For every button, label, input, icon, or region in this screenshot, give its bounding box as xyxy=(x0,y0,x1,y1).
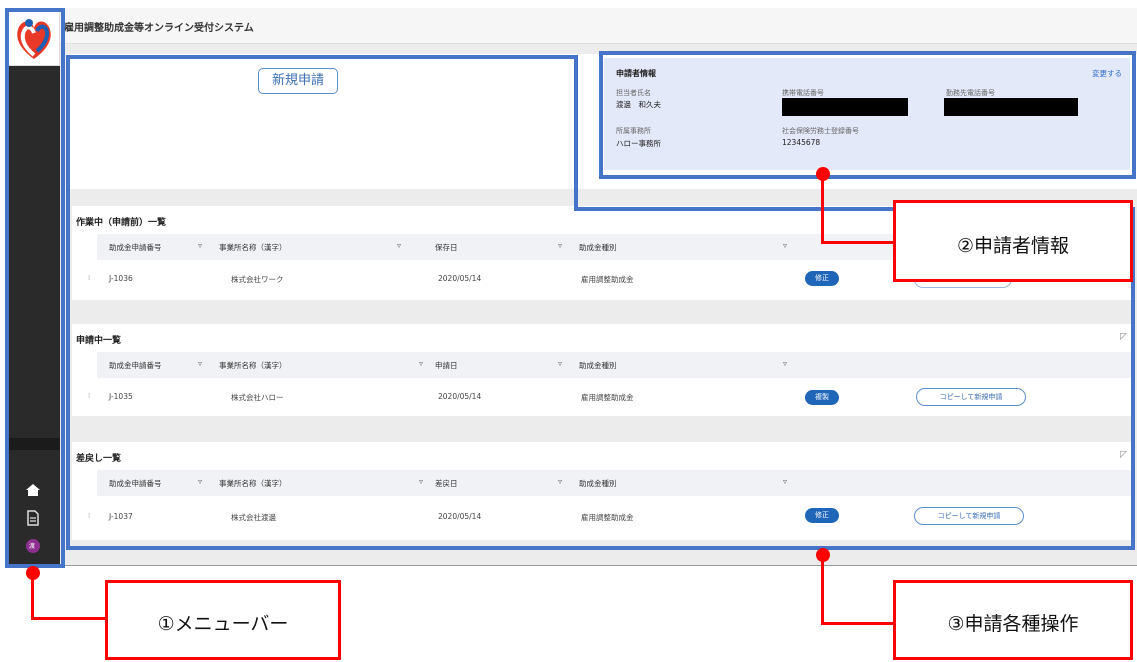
callout-applicant-info: ②申請者情報 xyxy=(893,200,1133,282)
connector-line xyxy=(821,555,824,625)
callout-label: ③申請各種操作 xyxy=(947,613,1079,635)
screenshot-stage: 渡 雇用調整助成金等オンライン受付システム 新規申請 申請者情報 変更する 担当… xyxy=(0,0,1137,662)
connector-line xyxy=(821,241,895,244)
callout-label: ①メニューバー xyxy=(157,613,289,635)
highlight-operations-area xyxy=(66,55,1135,550)
connector-line xyxy=(31,617,107,620)
connector-line xyxy=(821,174,824,244)
connector-line xyxy=(31,573,34,619)
callout-label: ②申請者情報 xyxy=(956,235,1070,257)
connector-line xyxy=(821,622,895,625)
callout-operations: ③申請各種操作 xyxy=(893,580,1133,660)
callout-menu-bar: ①メニューバー xyxy=(105,580,341,660)
